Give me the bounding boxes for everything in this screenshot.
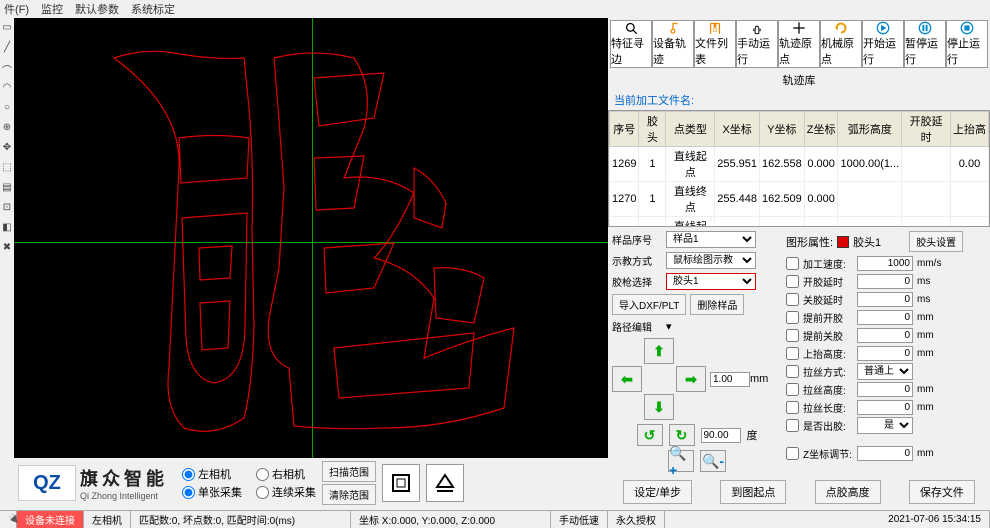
- delete-sample-button[interactable]: 删除样品: [690, 294, 744, 315]
- radio-right-cam[interactable]: 右相机: [256, 466, 316, 482]
- angle-input[interactable]: [701, 428, 741, 443]
- param-input[interactable]: [857, 292, 913, 307]
- track-lib-title: 轨迹库: [608, 70, 990, 90]
- param-check[interactable]: [786, 365, 799, 378]
- brand-logo: QZ 旗众智能 Qi Zhong Intelligent: [18, 465, 168, 501]
- tool-curve[interactable]: ⌒: [0, 62, 14, 76]
- toolbar-settrack[interactable]: 设备轨迹: [652, 20, 694, 68]
- param-check[interactable]: [786, 293, 799, 306]
- coord-status: 坐标 X:0.000, Y:0.000, Z:0.000: [351, 511, 551, 528]
- table-row[interactable]: 12691直线起点255.951162.5580.0001000.00(1...…: [610, 147, 989, 182]
- param-input[interactable]: [857, 274, 913, 289]
- toolbar-filelist[interactable]: 文件列表: [694, 20, 736, 68]
- match-status: 匹配数:0, 坏点数:0, 匹配时间:0(ms): [131, 511, 351, 528]
- menu-sys[interactable]: 系统标定: [131, 1, 175, 17]
- device-status: 设备未连接: [17, 511, 84, 528]
- toolbar-machorg[interactable]: 机械原点: [820, 20, 862, 68]
- toolbar-origin[interactable]: 轨迹原点: [778, 20, 820, 68]
- time-status: 2021-07-06 15:34:15: [665, 511, 990, 528]
- table-row[interactable]: 12711直线起点255.448162.5090.0001000.00(1...…: [610, 217, 989, 228]
- jog-left[interactable]: ⬅: [612, 366, 642, 392]
- tool-move[interactable]: ✥: [0, 142, 14, 156]
- import-button[interactable]: 导入DXF/PLT: [612, 294, 686, 315]
- tool-line[interactable]: ╱: [0, 42, 14, 56]
- zoom-in-icon[interactable]: 🔍+: [668, 450, 694, 472]
- tool-x1[interactable]: ⊡: [0, 202, 14, 216]
- tool-x3[interactable]: ✖: [0, 242, 14, 256]
- param-input[interactable]: [857, 446, 913, 461]
- param-check[interactable]: [786, 419, 799, 432]
- rotate-ccw[interactable]: ↺: [637, 424, 663, 446]
- param-check[interactable]: [786, 257, 799, 270]
- current-file-label: 当前加工文件名:: [608, 90, 990, 110]
- jog-down[interactable]: ⬇: [644, 394, 674, 420]
- param-check[interactable]: [786, 401, 799, 414]
- param-check[interactable]: [786, 275, 799, 288]
- scan-range-button[interactable]: 扫描范围: [322, 461, 376, 482]
- param-select[interactable]: 是: [857, 417, 913, 434]
- radio-cont[interactable]: 连续采集: [256, 484, 316, 500]
- glue-select[interactable]: 胶头1: [666, 273, 756, 290]
- param-check[interactable]: [786, 447, 799, 460]
- tool-text[interactable]: ⊕: [0, 122, 14, 136]
- menu-file[interactable]: 件(F): [4, 1, 29, 17]
- clear-range-button[interactable]: 清除范围: [322, 484, 376, 505]
- status-bar: 🔌 设备未连接 左相机 匹配数:0, 坏点数:0, 匹配时间:0(ms) 坐标 …: [0, 510, 990, 528]
- param-input[interactable]: [857, 346, 913, 361]
- param-input[interactable]: [857, 382, 913, 397]
- param-check[interactable]: [786, 329, 799, 342]
- jog-right[interactable]: ➡: [676, 366, 706, 392]
- param-check[interactable]: [786, 347, 799, 360]
- radio-left-cam[interactable]: 左相机: [182, 466, 242, 482]
- jog-status: 手动低速: [551, 511, 608, 528]
- drawing-canvas[interactable]: [14, 18, 608, 458]
- tool-zoom[interactable]: ▤: [0, 182, 14, 196]
- menu-params[interactable]: 默认参数: [75, 1, 119, 17]
- radio-single[interactable]: 单张采集: [182, 484, 242, 500]
- toolbar-featfind[interactable]: 特征寻边: [610, 20, 652, 68]
- rotate-cw[interactable]: ↻: [669, 424, 695, 446]
- set-step-button[interactable]: 设定/单步: [623, 480, 692, 504]
- top-toolbar: 特征寻边设备轨迹文件列表手动运行轨迹原点机械原点开始运行暂停运行停止运行: [608, 18, 990, 70]
- tool-arc[interactable]: ◠: [0, 82, 14, 96]
- tool-circle[interactable]: ○: [0, 102, 14, 116]
- toolbar-start[interactable]: 开始运行: [862, 20, 904, 68]
- glue-height-button[interactable]: 点胶高度: [815, 480, 881, 504]
- zoom-out-icon[interactable]: 🔍-: [700, 450, 726, 472]
- table-row[interactable]: 12701直线终点255.448162.5090.000: [610, 182, 989, 217]
- param-check[interactable]: [786, 311, 799, 324]
- toolbar-stop[interactable]: 停止运行: [946, 20, 988, 68]
- left-toolbar: ▭ ╱ ⌒ ◠ ○ ⊕ ✥ ⬚ ▤ ⊡ ◧ ✖: [0, 18, 14, 508]
- tool-select[interactable]: ▭: [0, 22, 14, 36]
- save-file-button[interactable]: 保存文件: [909, 480, 975, 504]
- demo-mode-select[interactable]: 鼠标绘图示教: [666, 252, 756, 269]
- head-settings-button[interactable]: 胶头设置: [909, 231, 963, 252]
- export-icon[interactable]: [426, 464, 464, 502]
- sample-select[interactable]: 样品1: [666, 231, 756, 248]
- param-input[interactable]: [857, 400, 913, 415]
- param-input[interactable]: [857, 328, 913, 343]
- param-input[interactable]: [857, 256, 913, 271]
- step-input[interactable]: [710, 372, 750, 387]
- to-origin-button[interactable]: 到图起点: [720, 480, 786, 504]
- param-check[interactable]: [786, 383, 799, 396]
- toolbar-pause[interactable]: 暂停运行: [904, 20, 946, 68]
- auth-status: 永久授权: [608, 511, 665, 528]
- jog-up[interactable]: ⬆: [644, 338, 674, 364]
- tool-x2[interactable]: ◧: [0, 222, 14, 236]
- camera-status: 左相机: [84, 511, 131, 528]
- param-input[interactable]: [857, 310, 913, 325]
- track-grid[interactable]: 序号胶头点类型X坐标Y坐标Z坐标弧形高度开胶延时上抬高12691直线起点255.…: [608, 110, 990, 227]
- tool-hand[interactable]: ⬚: [0, 162, 14, 176]
- menu-monitor[interactable]: 监控: [41, 1, 63, 17]
- toolbar-manualgo[interactable]: 手动运行: [736, 20, 778, 68]
- fit-icon[interactable]: [382, 464, 420, 502]
- param-select[interactable]: 普通上抬: [857, 363, 913, 380]
